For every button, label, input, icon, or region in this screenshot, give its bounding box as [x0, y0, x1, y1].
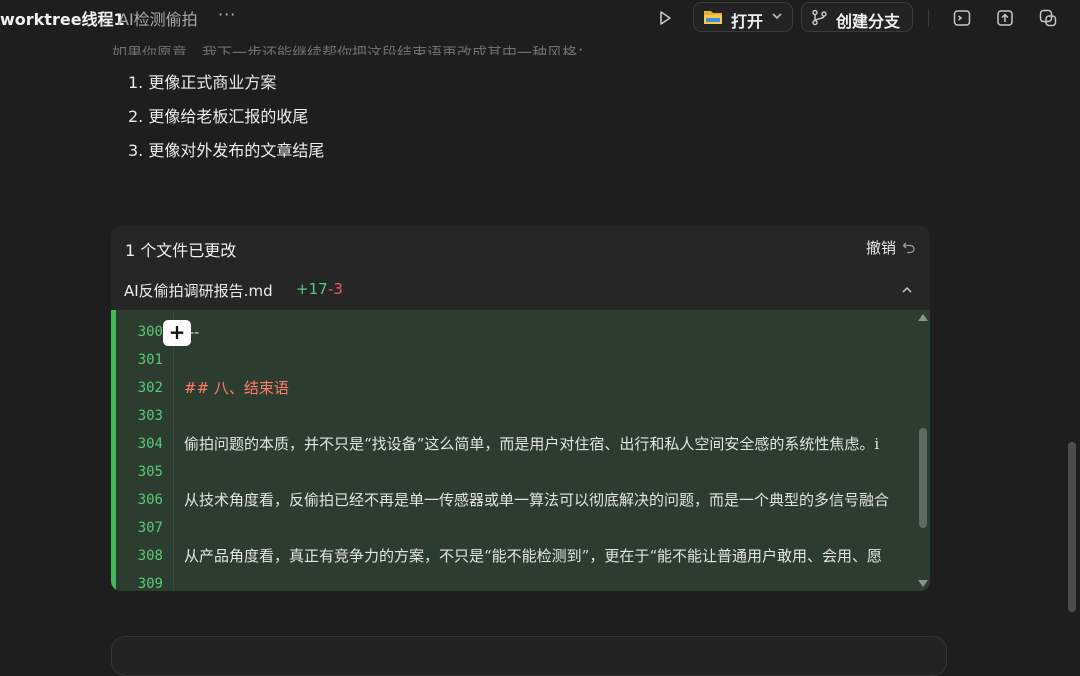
play-icon[interactable]	[655, 8, 675, 28]
line-text: ---	[184, 323, 200, 341]
line-text: 偷拍问题的本质，并不只是“找设备”这么简单，而是用户对住宿、出行和私人空间安全感…	[184, 435, 880, 453]
line-text: ## 八、结束语	[184, 379, 289, 397]
open-button[interactable]: 打开	[693, 2, 793, 32]
line-number: 304	[137, 436, 163, 452]
diff-line: 302 ## 八、结束语	[111, 374, 916, 402]
style-options-list: 1. 更像正式商业方案 2. 更像给老板汇报的收尾 3. 更像对外发布的文章结尾	[128, 72, 324, 174]
line-number: 301	[137, 352, 163, 368]
add-comment-button[interactable]: +	[163, 320, 191, 346]
more-options-button[interactable]: ···	[218, 5, 236, 24]
message-composer[interactable]	[111, 636, 947, 676]
open-button-label: 打开	[731, 12, 764, 31]
thread-title: worktree线程1	[0, 10, 125, 29]
line-number: 305	[137, 464, 163, 480]
diff-scrollbar[interactable]	[916, 310, 930, 591]
diff-line: 303	[111, 402, 916, 430]
scroll-up-arrow[interactable]	[918, 314, 928, 321]
scrollbar-thumb[interactable]	[919, 428, 927, 528]
line-number: 308	[137, 548, 163, 564]
changes-panel: 1 个文件已更改 撤销 AI反偷拍调研报告.md +17 -3 300 --- …	[111, 226, 930, 591]
diff-line: 308 从产品角度看，真正有竞争力的方案，不只是“能不能检测到”，更在于“能不能…	[111, 542, 916, 570]
upload-icon[interactable]	[995, 8, 1015, 28]
line-number: 300	[137, 324, 163, 340]
undo-button[interactable]: 撤销	[866, 237, 916, 258]
lines-removed: -3	[328, 280, 343, 298]
changes-header: 1 个文件已更改 撤销	[111, 226, 930, 268]
line-number: 306	[137, 492, 163, 508]
diff-line: 305	[111, 458, 916, 486]
branch-icon	[812, 9, 827, 26]
copy-icon[interactable]	[1038, 8, 1058, 28]
scroll-down-arrow[interactable]	[918, 580, 928, 587]
line-number: 307	[137, 520, 163, 536]
thread-subtitle: AI检测偷拍	[118, 10, 198, 29]
line-number: 303	[137, 408, 163, 424]
page-scrollbar-thumb[interactable]	[1068, 442, 1076, 612]
folder-icon	[704, 11, 722, 24]
chevron-up-icon[interactable]	[900, 283, 914, 297]
undo-icon	[902, 242, 915, 254]
file-row[interactable]: AI反偷拍调研报告.md +17 -3	[111, 276, 930, 310]
diff-line: 300 ---	[111, 318, 916, 346]
create-branch-button[interactable]: 创建分支	[801, 2, 913, 32]
option-item: 3. 更像对外发布的文章结尾	[128, 141, 325, 160]
option-item: 2. 更像给老板汇报的收尾	[128, 107, 309, 126]
line-text: 从产品角度看，真正有竞争力的方案，不只是“能不能检测到”，更在于“能不能让普通用…	[184, 547, 883, 565]
diff-line: 306 从技术角度看，反偷拍已经不再是单一传感器或单一算法可以彻底解决的问题，而…	[111, 486, 916, 514]
toolbar-divider	[928, 9, 929, 27]
line-number: 302	[137, 380, 163, 396]
undo-label: 撤销	[865, 239, 896, 257]
top-bar: worktree线程1 AI检测偷拍 ··· 打开 创建分支	[0, 0, 1080, 36]
diff-view: 300 --- 301 302 ## 八、结束语 303 304 偷拍问题的本质…	[111, 310, 930, 591]
message-intro: 如果你愿意，我下一步还能继续帮你把这段结束语再改成其中一种风格：	[112, 44, 593, 55]
create-branch-label: 创建分支	[836, 12, 901, 31]
diff-line: 301	[111, 346, 916, 374]
file-name[interactable]: AI反偷拍调研报告.md	[124, 280, 273, 301]
option-item: 1. 更像正式商业方案	[128, 73, 277, 92]
terminal-icon[interactable]	[952, 8, 972, 28]
diff-line: 309	[111, 570, 916, 591]
line-number: 309	[137, 576, 163, 591]
changes-summary: 1 个文件已更改	[125, 241, 237, 260]
diff-line: 304 偷拍问题的本质，并不只是“找设备”这么简单，而是用户对住宿、出行和私人空…	[111, 430, 916, 458]
chevron-down-icon[interactable]	[770, 9, 784, 23]
diff-line: 307	[111, 514, 916, 542]
lines-added: +17	[296, 280, 328, 298]
line-text: 从技术角度看，反偷拍已经不再是单一传感器或单一算法可以彻底解决的问题，而是一个典…	[184, 491, 890, 509]
